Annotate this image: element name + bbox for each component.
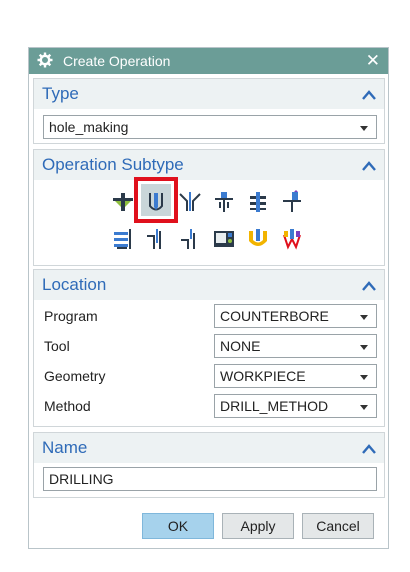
chevron-down-icon — [360, 375, 368, 380]
thread-mill-icon[interactable] — [246, 190, 270, 214]
chevron-down-icon — [360, 405, 368, 410]
name-input[interactable]: DRILLING — [43, 467, 377, 491]
name-group-title: Name — [42, 438, 88, 457]
type-select[interactable]: hole_making — [43, 115, 377, 139]
chevron-up-icon[interactable] — [362, 87, 376, 100]
chevron-up-icon[interactable] — [362, 278, 376, 291]
type-group-header[interactable]: Type — [34, 79, 384, 109]
back-counter-sink-icon[interactable] — [178, 227, 202, 251]
tap-icon[interactable] — [111, 227, 135, 251]
location-group: Location Program COUNTERBORE Tool NONE G… — [33, 269, 385, 427]
create-operation-dialog: Create Operation ✕ Type hole_making Oper… — [28, 47, 389, 549]
hole-milling-icon[interactable] — [280, 190, 304, 214]
tool-label: Tool — [44, 338, 70, 354]
chevron-down-icon — [360, 345, 368, 350]
method-label: Method — [44, 398, 91, 414]
apply-button[interactable]: Apply — [222, 513, 294, 539]
name-group-header[interactable]: Name — [34, 433, 384, 463]
geometry-label: Geometry — [44, 368, 106, 384]
type-group-title: Type — [42, 84, 79, 103]
ream-icon[interactable] — [144, 227, 168, 251]
subtype-group-header[interactable]: Operation Subtype — [34, 150, 384, 180]
subtype-group-title: Operation Subtype — [42, 155, 184, 174]
program-value: COUNTERBORE — [220, 308, 329, 324]
chevron-up-icon[interactable] — [362, 158, 376, 171]
tool-select[interactable]: NONE — [214, 334, 377, 358]
close-icon[interactable]: ✕ — [366, 51, 380, 71]
chevron-up-icon[interactable] — [362, 441, 376, 454]
gear-icon — [37, 52, 53, 68]
location-group-title: Location — [42, 275, 107, 294]
method-select[interactable]: DRILL_METHOD — [214, 394, 377, 418]
method-value: DRILL_METHOD — [220, 398, 329, 414]
spot-drill-icon[interactable] — [111, 190, 135, 214]
counter-bore-icon[interactable] — [212, 190, 236, 214]
geometry-value: WORKPIECE — [220, 368, 306, 384]
hole-chamfer-icon[interactable] — [178, 190, 202, 214]
dialog-title: Create Operation — [63, 53, 171, 69]
sequential-drill-icon[interactable] — [280, 227, 304, 251]
cylinder-display-icon[interactable] — [212, 227, 236, 251]
geometry-select[interactable]: WORKPIECE — [214, 364, 377, 388]
selected-subtype-highlight — [134, 177, 178, 223]
program-label: Program — [44, 308, 98, 324]
name-group: Name DRILLING — [33, 432, 385, 498]
program-select[interactable]: COUNTERBORE — [214, 304, 377, 328]
tool-value: NONE — [220, 338, 261, 354]
boss-milling-icon[interactable] — [246, 227, 270, 251]
chevron-down-icon — [360, 126, 368, 131]
cancel-button[interactable]: Cancel — [302, 513, 374, 539]
location-group-header[interactable]: Location — [34, 270, 384, 300]
operation-subtype-group: Operation Subtype — [33, 149, 385, 266]
title-bar[interactable]: Create Operation ✕ — [29, 48, 388, 74]
ok-button[interactable]: OK — [142, 513, 214, 539]
chevron-down-icon — [360, 315, 368, 320]
type-group: Type hole_making — [33, 78, 385, 144]
type-select-value: hole_making — [49, 119, 129, 135]
